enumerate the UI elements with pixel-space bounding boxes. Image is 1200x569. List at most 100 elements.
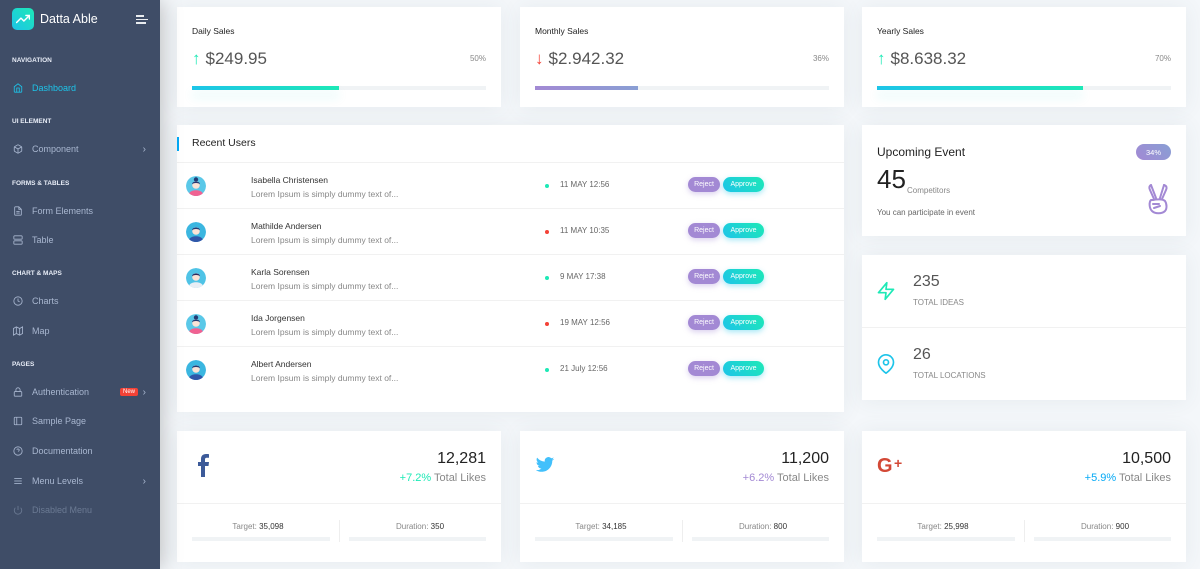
duration-value: 800	[773, 522, 788, 531]
upcoming-event-card: Upcoming Event 34% 45 Competitors You ca…	[862, 125, 1186, 236]
sidebar-item-label: Component	[32, 144, 79, 154]
menu-toggle-icon[interactable]	[136, 15, 148, 24]
sidebar-item-label: Map	[32, 326, 50, 336]
amount-value: $8.638.32	[890, 49, 967, 68]
nav-caption-ui-element: UI Element	[12, 118, 52, 125]
user-description: Lorem Ipsum is simply dummy text of...	[251, 373, 399, 383]
file-text-icon	[12, 205, 24, 217]
user-description: Lorem Ipsum is simply dummy text of...	[251, 235, 399, 245]
chevron-right-icon: ›	[142, 143, 146, 155]
sidebar-item-form-elements[interactable]: Form Elements	[0, 200, 160, 222]
svg-text:G: G	[877, 455, 893, 477]
duration-section: Duration: 900	[1024, 504, 1186, 564]
status-dot	[545, 230, 549, 234]
user-timestamp: 19 MAY 12:56	[560, 318, 610, 327]
user-row: Mathilde Andersen Lorem Ipsum is simply d…	[177, 209, 844, 255]
nav-caption-navigation: Navigation	[12, 57, 52, 64]
progress-track	[349, 537, 486, 541]
nav-caption-chart-maps: Chart & Maps	[12, 270, 62, 277]
approve-button[interactable]: Approve	[723, 223, 764, 238]
user-description: Lorem Ipsum is simply dummy text of...	[251, 281, 399, 291]
nav-caption-pages: Pages	[12, 361, 35, 368]
likes-label: Total Likes	[1119, 472, 1171, 484]
change-percent: +5.9%	[1084, 472, 1117, 484]
likes-change: +5.9% Total Likes	[1085, 472, 1171, 484]
likes-change: +7.2% Total Likes	[400, 472, 486, 484]
twitter-icon	[535, 453, 557, 477]
daily-sales-card: Daily Sales ↑ $249.95 50%	[177, 7, 501, 107]
sidebar-item-dashboard[interactable]: Dashboard	[0, 77, 160, 99]
avatar	[186, 314, 206, 334]
power-icon	[12, 504, 24, 516]
approve-button[interactable]: Approve	[723, 361, 764, 376]
duration-section: Duration: 800	[682, 504, 844, 564]
sales-amount: ↓ $2.942.32	[535, 49, 624, 69]
reject-button[interactable]: Reject	[688, 361, 720, 376]
new-badge: New	[119, 388, 138, 396]
sidebar-item-component[interactable]: Component ›	[0, 138, 160, 160]
header-accent	[177, 137, 179, 151]
stat-value: 235	[913, 273, 940, 290]
victory-hand-icon	[1145, 182, 1171, 216]
user-name: Isabella Christensen	[251, 175, 329, 185]
likes-label: Total Likes	[777, 472, 829, 484]
reject-button[interactable]: Reject	[688, 223, 720, 238]
reject-button[interactable]: Reject	[688, 269, 720, 284]
sidebar-item-table[interactable]: Table	[0, 229, 160, 251]
sidebar-item-charts[interactable]: Charts	[0, 290, 160, 312]
sidebar-item-sample-page[interactable]: Sample Page	[0, 410, 160, 432]
reject-button[interactable]: Reject	[688, 315, 720, 330]
sidebar-item-menu-levels[interactable]: Menu Levels ›	[0, 470, 160, 492]
sidebar: Datta Able Navigation Dashboard UI Eleme…	[0, 0, 160, 569]
approve-button[interactable]: Approve	[723, 177, 764, 192]
likes-change: +6.2% Total Likes	[743, 472, 829, 484]
stat-value: 26	[913, 346, 931, 363]
brand-logo-icon[interactable]	[12, 8, 34, 30]
google-plus-icon: G +	[877, 453, 909, 477]
reject-button[interactable]: Reject	[688, 177, 720, 192]
card-title: Recent Users	[192, 137, 256, 149]
menu-icon	[12, 475, 24, 487]
approve-button[interactable]: Approve	[723, 315, 764, 330]
sidebar-item-map[interactable]: Map	[0, 320, 160, 342]
sidebar-item-label: Disabled Menu	[32, 505, 93, 515]
change-percent: +7.2%	[399, 472, 432, 484]
user-row: Albert Andersen Lorem Ipsum is simply dum…	[177, 347, 844, 393]
duration-value: 350	[430, 522, 445, 531]
box-icon	[12, 143, 24, 155]
stat-total-ideas: 235 TOTAL IDEAS	[862, 255, 1186, 328]
card-title: Daily Sales	[192, 26, 235, 36]
sidebar-item-disabled-menu: Disabled Menu	[0, 499, 160, 521]
sidebar-icon	[12, 415, 24, 427]
target-label: Target:	[575, 522, 600, 531]
likes-count: 12,281	[437, 450, 486, 467]
twitter-card: 11,200 +6.2% Total Likes Target: 34,185 …	[520, 431, 844, 562]
avatar	[186, 360, 206, 380]
event-subtitle: You can participate in event	[877, 208, 975, 217]
progress-track	[535, 537, 673, 541]
user-description: Lorem Ipsum is simply dummy text of...	[251, 327, 399, 337]
map-icon	[12, 325, 24, 337]
sidebar-item-documentation[interactable]: Documentation	[0, 440, 160, 462]
change-percent: +6.2%	[742, 472, 775, 484]
user-row: Karla Sorensen Lorem Ipsum is simply dumm…	[177, 255, 844, 301]
user-timestamp: 11 MAY 10:35	[560, 226, 610, 235]
arrow-down-icon: ↓	[535, 49, 544, 68]
progress-track	[1034, 537, 1171, 541]
sidebar-item-authentication[interactable]: Authentication New ›	[0, 381, 160, 403]
brand-name: Datta Able	[40, 12, 98, 26]
user-name: Albert Andersen	[251, 359, 312, 369]
progress-bar	[877, 86, 1083, 90]
arrow-up-icon: ↑	[877, 49, 886, 68]
facebook-card: 12,281 +7.2% Total Likes Target: 35,098 …	[177, 431, 501, 562]
zap-icon	[876, 281, 896, 301]
duration-label: Duration:	[1080, 522, 1114, 531]
progress-bar	[535, 86, 638, 90]
nav-caption-forms-tables: Forms & Tables	[12, 180, 70, 187]
progress-track	[535, 86, 829, 90]
approve-button[interactable]: Approve	[723, 269, 764, 284]
stat-total-locations: 26 TOTAL LOCATIONS	[862, 328, 1186, 401]
event-percent-badge: 34%	[1136, 144, 1171, 160]
duration-section: Duration: 350	[339, 504, 501, 564]
card-title: Upcoming Event	[877, 145, 966, 159]
